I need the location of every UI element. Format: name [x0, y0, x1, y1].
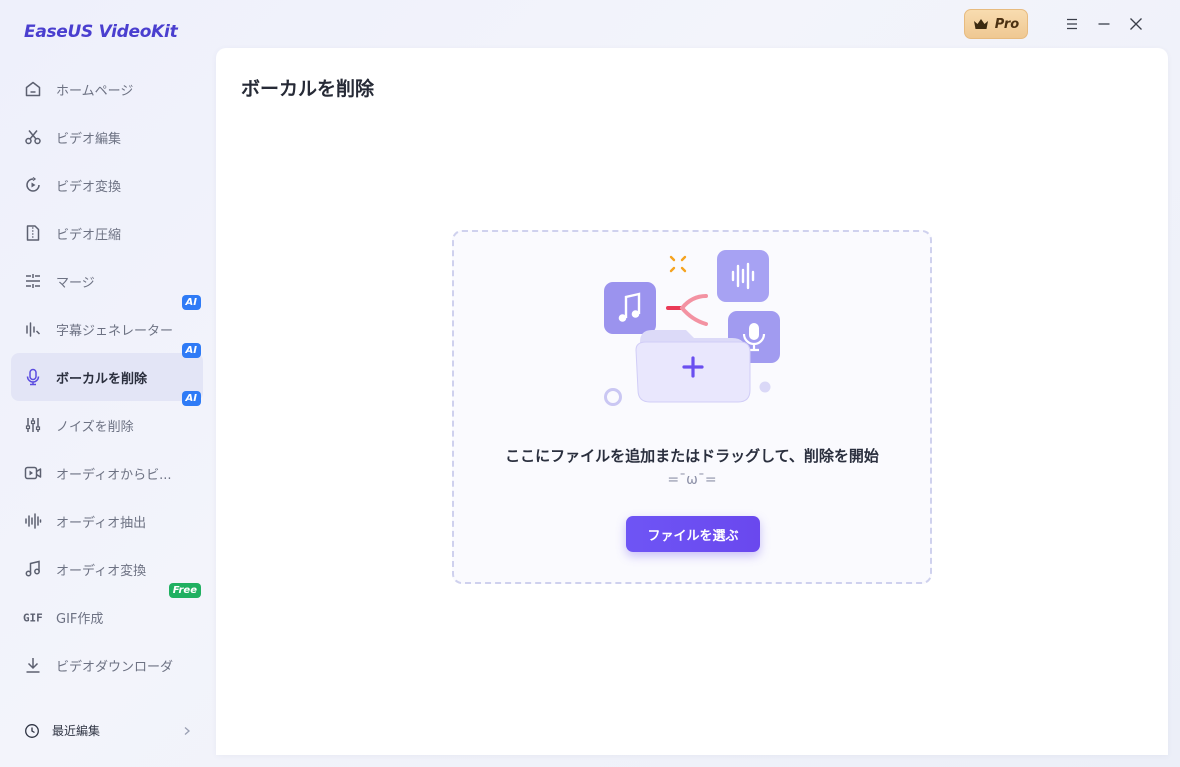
video-camera-icon [23, 463, 43, 483]
scissors-icon [23, 127, 43, 147]
dot-decoration [759, 381, 771, 393]
menu-button[interactable] [1056, 9, 1088, 39]
page-title: ボーカルを削除 [241, 78, 375, 100]
waveform-icon [23, 511, 43, 531]
hamburger-icon [1067, 18, 1077, 30]
folder-plus-icon [635, 330, 751, 403]
waveform-tile-icon [717, 250, 769, 302]
gif-icon: GIF [23, 607, 43, 627]
window-controls: Pro [964, 9, 1152, 39]
sidebar: ホームページ ビデオ編集 ビデオ変換 ビデオ圧縮 マージ 字幕ジェネレーター A… [0, 64, 216, 767]
dropzone-instruction: ここにファイルを追加またはドラッグして、削除を開始 [505, 447, 879, 465]
dropzone-emoticon: =¯ω¯= [667, 472, 717, 488]
sidebar-item-audio-extract[interactable]: オーディオ抽出 [11, 497, 203, 545]
chevron-right-icon [184, 726, 190, 735]
crown-icon [973, 19, 988, 29]
sidebar-item-label: オーディオ抽出 [56, 515, 147, 531]
close-button[interactable] [1120, 9, 1152, 39]
app-title: EaseUS VideoKit [24, 22, 178, 42]
sidebar-item-label: ノイズを削除 [56, 419, 134, 435]
sidebar-item-label: オーディオからビ... [56, 467, 172, 483]
microphone-icon [23, 367, 43, 387]
home-icon [23, 79, 43, 99]
zip-file-icon [23, 223, 43, 243]
upload-illustration [604, 250, 780, 406]
pro-button[interactable]: Pro [964, 9, 1028, 39]
sidebar-item-home[interactable]: ホームページ [11, 65, 203, 113]
sidebar-item-subtitle-generator[interactable]: 字幕ジェネレーター AI [11, 295, 203, 353]
sidebar-item-audio-to-video[interactable]: オーディオからビ... [11, 449, 203, 497]
sidebar-item-label: ビデオ変換 [56, 179, 122, 195]
music-note-icon [23, 559, 43, 579]
sidebar-item-label: ビデオ圧縮 [56, 227, 122, 243]
sidebar-item-label: ホームページ [56, 83, 134, 99]
sliders-icon [23, 415, 43, 435]
ai-badge: AI [181, 343, 201, 358]
merge-icon [23, 271, 43, 291]
sidebar-item-video-downloader[interactable]: ビデオダウンローダ [11, 641, 203, 689]
sidebar-item-merge[interactable]: マージ [11, 257, 203, 305]
sidebar-item-label: ボーカルを削除 [56, 371, 148, 387]
sidebar-item-noise-remover[interactable]: ノイズを削除 AI [11, 391, 203, 449]
sidebar-item-label: ビデオ編集 [56, 131, 122, 147]
clock-icon [25, 723, 39, 738]
recent-edits[interactable]: 最近編集 [24, 722, 192, 739]
ai-badge: AI [181, 391, 201, 406]
close-icon [1130, 18, 1142, 30]
ring-decoration [604, 388, 622, 406]
sidebar-item-label: GIF作成 [56, 611, 104, 627]
recent-edits-label: 最近編集 [52, 724, 101, 738]
minimize-button[interactable] [1088, 9, 1120, 39]
video-convert-icon [23, 175, 43, 195]
main-panel: ボーカルを削除 ここにファイルを追加またはドラッグして、削除を開始 =¯ω¯= … [216, 48, 1168, 755]
sidebar-item-video-compress[interactable]: ビデオ圧縮 [11, 209, 203, 257]
sidebar-item-video-edit[interactable]: ビデオ編集 [11, 113, 203, 161]
split-icon [666, 294, 708, 326]
sidebar-item-label: オーディオ変換 [56, 563, 147, 579]
sidebar-item-label: 字幕ジェネレーター [56, 323, 174, 339]
sparkle-icon [669, 255, 687, 273]
free-badge: Free [168, 583, 201, 598]
music-tile-icon [604, 282, 656, 334]
svg-text:GIF: GIF [23, 612, 43, 624]
pro-label: Pro [994, 16, 1020, 32]
minimize-icon [1098, 23, 1110, 25]
sidebar-item-label: マージ [56, 275, 95, 291]
sidebar-item-gif-maker[interactable]: GIF GIF作成 Free [11, 583, 203, 641]
choose-file-button[interactable]: ファイルを選ぶ [626, 516, 760, 552]
sidebar-item-vocal-remover[interactable]: ボーカルを削除 AI [11, 343, 203, 401]
subtitle-icon [23, 319, 43, 339]
sidebar-item-video-convert[interactable]: ビデオ変換 [11, 161, 203, 209]
file-dropzone[interactable]: ここにファイルを追加またはドラッグして、削除を開始 =¯ω¯= ファイルを選ぶ [452, 230, 932, 584]
sidebar-item-label: ビデオダウンローダ [56, 659, 174, 675]
ai-badge: AI [181, 295, 201, 310]
download-icon [23, 655, 43, 675]
